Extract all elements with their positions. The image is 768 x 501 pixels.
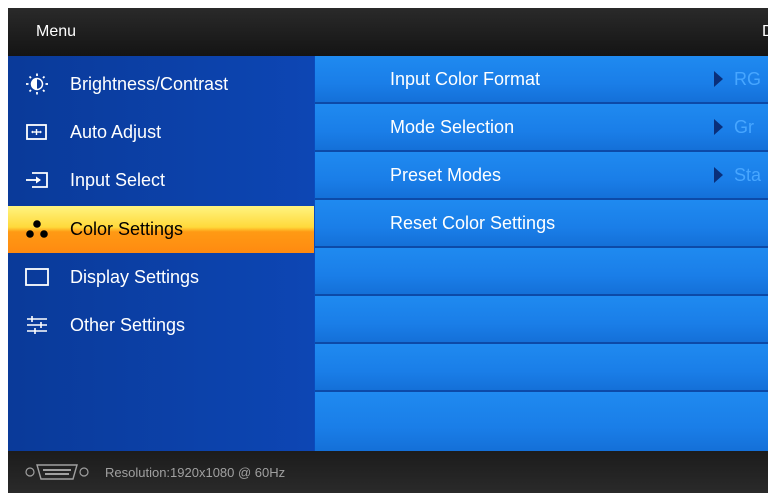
- submenu-empty-row: [315, 296, 768, 344]
- menu-header: Menu D: [8, 8, 768, 56]
- submenu-item-reset-color-settings[interactable]: Reset Color Settings: [315, 200, 768, 248]
- sidebar-item-label: Brightness/Contrast: [70, 74, 229, 94]
- menu-title: Menu: [36, 23, 77, 40]
- submenu-item-value: Gr: [734, 117, 754, 137]
- submenu-item-value: RG: [734, 69, 761, 89]
- submenu-item-label: Reset Color Settings: [390, 213, 556, 233]
- input-select-icon: [24, 169, 50, 191]
- submenu-item-preset-modes[interactable]: Preset Modes Sta: [315, 152, 768, 200]
- header-right-text: D: [762, 23, 768, 40]
- sidebar-item-label: Auto Adjust: [70, 122, 162, 142]
- other-settings-icon: [24, 314, 50, 336]
- brightness-icon: [24, 73, 50, 95]
- submenu-panel: Input Color Format RG Mode Selection Gr …: [315, 56, 768, 451]
- sidebar-item-other-settings[interactable]: Other Settings: [8, 302, 314, 349]
- color-settings-icon: [24, 218, 50, 240]
- status-bar: Resolution:1920x1080 @ 60Hz: [8, 451, 768, 493]
- sidebar-item-auto-adjust[interactable]: Auto Adjust: [8, 109, 314, 156]
- sidebar-item-display-settings[interactable]: Display Settings: [8, 254, 314, 301]
- sidebar-item-input-select[interactable]: Input Select: [8, 157, 314, 204]
- submenu-empty-row: [315, 248, 768, 296]
- submenu-arrow-icon: [714, 119, 723, 135]
- submenu-item-label: Preset Modes: [390, 165, 502, 185]
- submenu-arrow-icon: [714, 167, 723, 183]
- sidebar-item-color-settings[interactable]: Color Settings: [8, 206, 314, 253]
- display-settings-icon: [24, 266, 50, 288]
- submenu-item-label: Mode Selection: [390, 117, 515, 137]
- sidebar-item-label: Other Settings: [70, 315, 186, 335]
- menu-body: Brightness/Contrast Auto Adjust Input Se…: [8, 56, 768, 451]
- sidebar-item-label: Input Select: [70, 170, 166, 190]
- submenu-empty-row: [315, 392, 768, 451]
- submenu-item-label: Input Color Format: [390, 69, 541, 89]
- vga-connector-icon: [25, 463, 89, 484]
- sidebar-item-label: Color Settings: [70, 219, 184, 239]
- submenu-item-input-color-format[interactable]: Input Color Format RG: [315, 56, 768, 104]
- submenu-arrow-icon: [714, 71, 723, 87]
- sidebar-item-label: Display Settings: [70, 267, 200, 287]
- resolution-text: Resolution:1920x1080 @ 60Hz: [105, 465, 286, 480]
- osd-menu: Menu D Brightness/Contrast Auto Adjust I…: [8, 8, 768, 493]
- submenu-empty-row: [315, 344, 768, 392]
- submenu-item-value: Sta: [734, 165, 762, 185]
- sidebar-item-brightness-contrast[interactable]: Brightness/Contrast: [8, 61, 314, 108]
- auto-adjust-icon: [24, 121, 50, 143]
- submenu-item-mode-selection[interactable]: Mode Selection Gr: [315, 104, 768, 152]
- sidebar: Brightness/Contrast Auto Adjust Input Se…: [8, 56, 314, 451]
